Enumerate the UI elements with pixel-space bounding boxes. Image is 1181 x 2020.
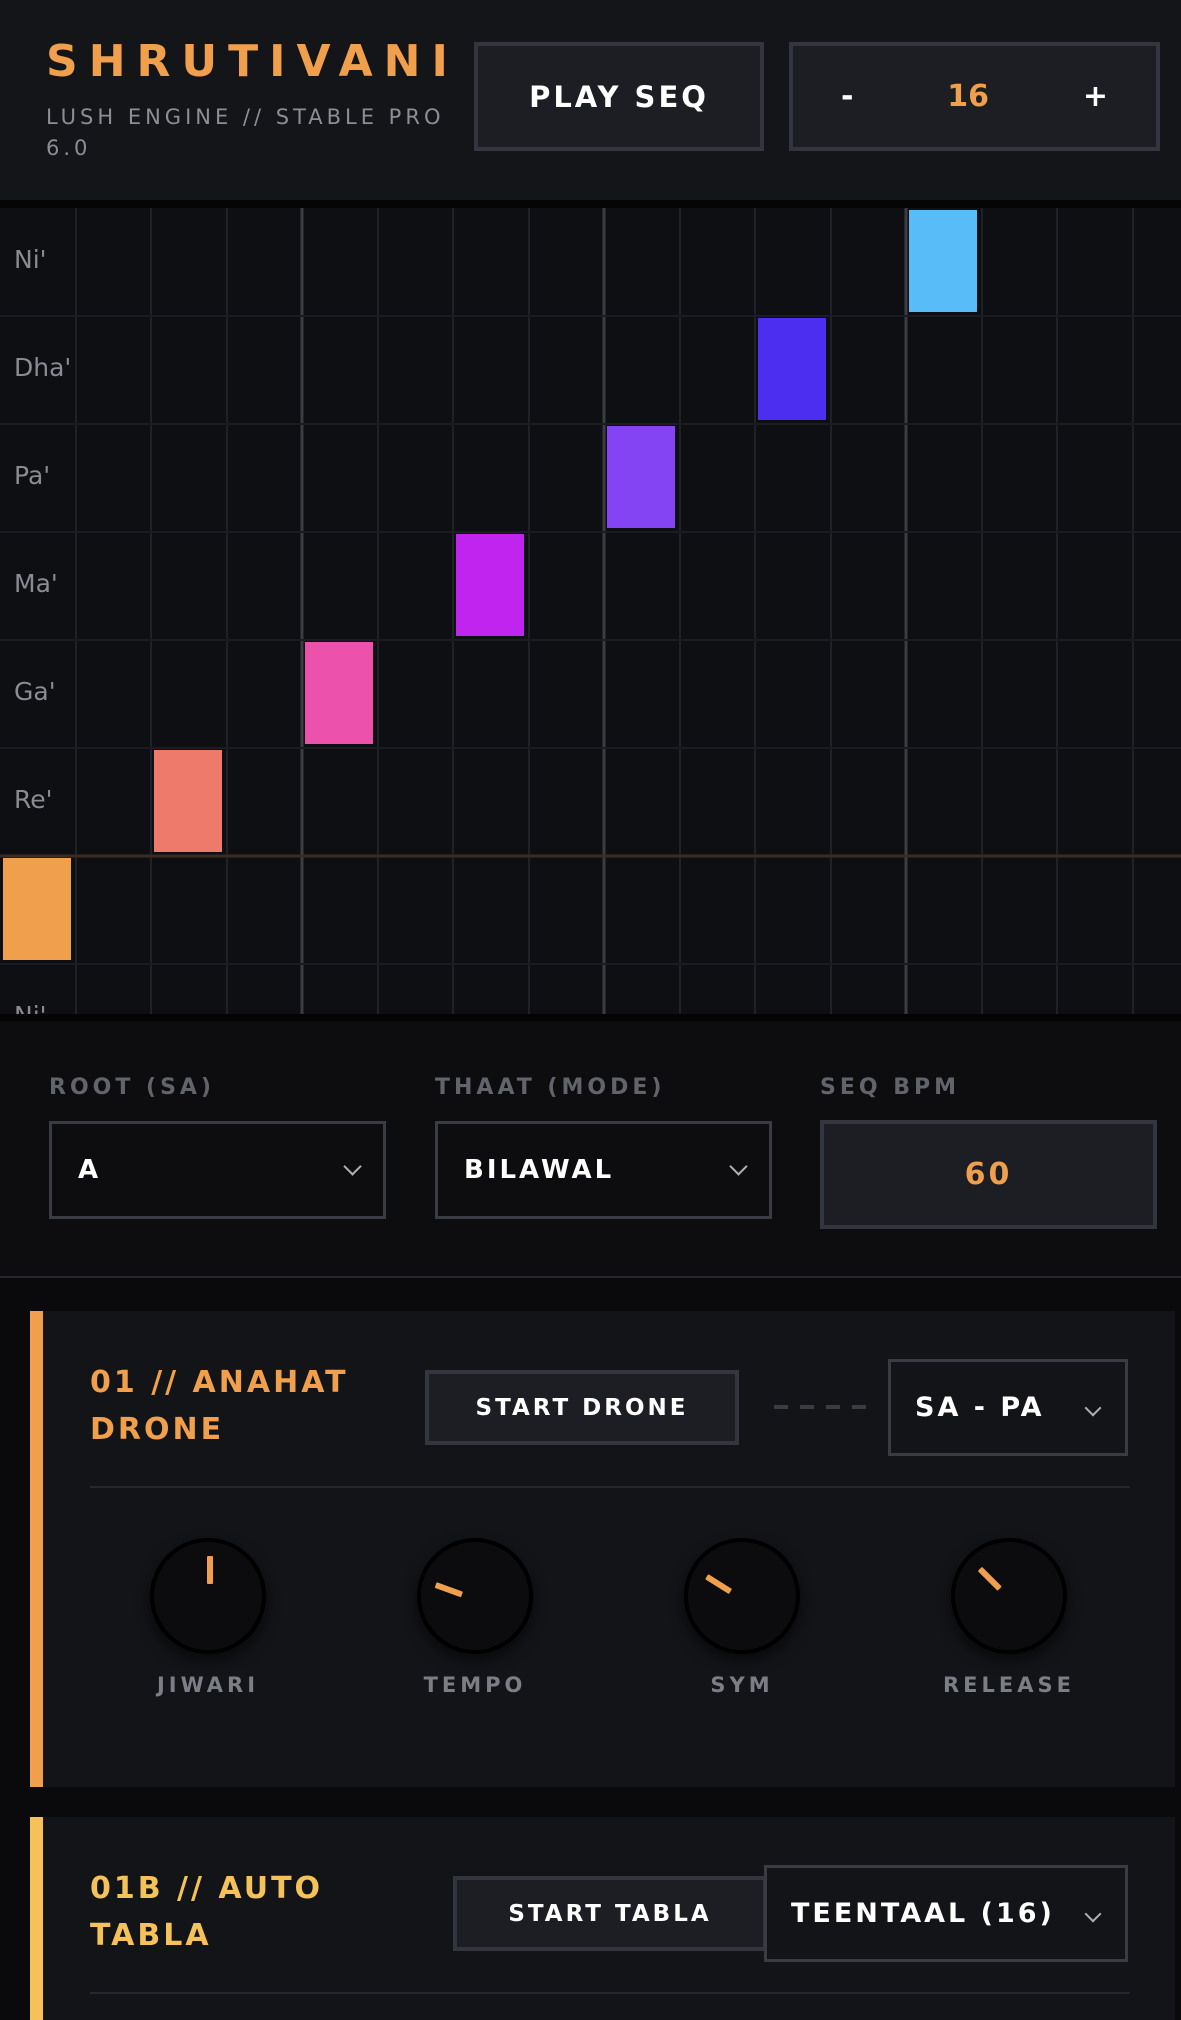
step-decrement-button[interactable]: - xyxy=(841,79,853,114)
taal-select[interactable]: TEENTAAL (16) xyxy=(764,1865,1128,1962)
grid-canvas[interactable] xyxy=(0,208,1181,1014)
sequencer-note xyxy=(3,858,71,960)
root-select[interactable]: A xyxy=(49,1121,386,1219)
knob-pointer xyxy=(977,1566,1002,1591)
drone-title-line1: 01 // ANAHAT xyxy=(90,1365,349,1400)
drone-mode-value: SA - PA xyxy=(915,1392,1045,1423)
drone-accent-bar xyxy=(30,1311,43,1787)
step-count-value: 16 xyxy=(947,79,990,114)
drone-title-line2: DRONE xyxy=(90,1412,225,1447)
global-controls: ROOT (SA) A THAAT (MODE) BILAWAL SEQ BPM… xyxy=(0,1021,1181,1278)
row-label: Dha' xyxy=(14,353,72,382)
tabla-title: 01B // AUTO TABLA xyxy=(90,1865,323,1959)
sym-knob[interactable] xyxy=(684,1538,800,1654)
taal-value: TEENTAAL (16) xyxy=(791,1898,1055,1929)
chevron-down-icon xyxy=(1084,1905,1102,1923)
tabla-separator xyxy=(90,1992,1130,1994)
drone-separator xyxy=(90,1486,1130,1488)
app-header: SHRUTIVANI LUSH ENGINE // STABLE PRO 6.0… xyxy=(0,0,1181,200)
tabla-accent-bar xyxy=(30,1817,43,2020)
drone-mode-select[interactable]: SA - PA xyxy=(888,1359,1128,1456)
tabla-title-line2: TABLA xyxy=(90,1918,212,1953)
drone-panel: 01 // ANAHAT DRONE START DRONE SA - PA J… xyxy=(30,1311,1175,1787)
tempo-label: TEMPO xyxy=(423,1673,527,1697)
chevron-down-icon xyxy=(729,1157,748,1176)
header-divider xyxy=(0,200,1181,208)
grid-divider xyxy=(0,1014,1181,1021)
tempo-knob[interactable] xyxy=(417,1538,533,1654)
start-tabla-button[interactable]: START TABLA xyxy=(453,1876,767,1951)
release-label: RELEASE xyxy=(943,1673,1075,1697)
row-label: Ga' xyxy=(14,677,56,706)
thaat-label: THAAT (MODE) xyxy=(435,1075,666,1100)
root-label: ROOT (SA) xyxy=(49,1075,215,1100)
knob-pointer xyxy=(207,1556,213,1584)
jiwari-knob[interactable] xyxy=(150,1538,266,1654)
sequencer-note xyxy=(154,750,222,852)
sym-label: SYM xyxy=(710,1673,774,1697)
sequencer-note xyxy=(758,318,826,420)
engine-subtitle: LUSH ENGINE // STABLE PRO 6.0 xyxy=(46,105,445,160)
chevron-down-icon xyxy=(343,1157,362,1176)
row-label: Ma' xyxy=(14,569,58,598)
thaat-value: BILAWAL xyxy=(464,1155,615,1185)
row-label: Re' xyxy=(14,785,53,814)
step-increment-button[interactable]: + xyxy=(1083,79,1108,114)
row-label: Ni' xyxy=(14,245,47,274)
start-drone-button[interactable]: START DRONE xyxy=(425,1370,739,1445)
brand-title: SHRUTIVANI xyxy=(46,36,459,87)
bpm-label: SEQ BPM xyxy=(820,1075,961,1100)
thaat-select[interactable]: BILAWAL xyxy=(435,1121,772,1219)
tabla-panel: 01B // AUTO TABLA START TABLA TEENTAAL (… xyxy=(30,1817,1175,2020)
play-sequence-button[interactable]: PLAY SEQ xyxy=(474,42,764,151)
chevron-down-icon xyxy=(1084,1399,1102,1417)
row-label: Ni' xyxy=(14,1001,47,1014)
sequencer-note xyxy=(305,642,373,744)
step-count-stepper: - 16 + xyxy=(789,42,1160,151)
jiwari-label: JIWARI xyxy=(156,1673,260,1697)
root-value: A xyxy=(78,1155,102,1185)
grid-background xyxy=(0,208,1181,1014)
sequencer-note xyxy=(456,534,524,636)
drone-status-indicator xyxy=(774,1405,866,1409)
drone-title: 01 // ANAHAT DRONE xyxy=(90,1359,349,1453)
bpm-input[interactable]: 60 xyxy=(820,1120,1157,1229)
sequencer-grid[interactable]: Ni' Dha' Pa' Ma' Ga' Re' Ni' xyxy=(0,208,1181,1014)
sequencer-note xyxy=(909,210,977,312)
knob-pointer xyxy=(434,1582,463,1598)
sequencer-note xyxy=(607,426,675,528)
release-knob[interactable] xyxy=(951,1538,1067,1654)
tabla-title-line1: 01B // AUTO xyxy=(90,1871,324,1906)
row-label: Pa' xyxy=(14,461,51,490)
knob-pointer xyxy=(705,1574,733,1595)
